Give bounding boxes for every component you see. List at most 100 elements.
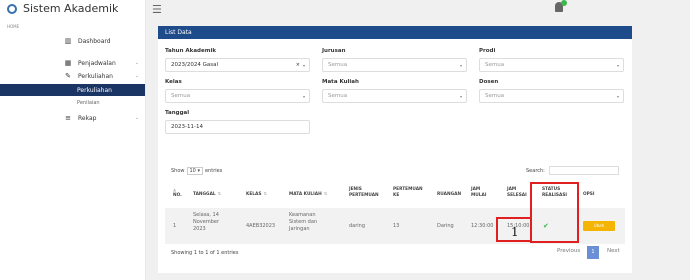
col-no[interactable]: ▲ NO. [173,187,182,198]
app-brand[interactable]: Sistem Akademik [7,2,118,15]
sort-icon: ⇅ [217,192,222,197]
sidebar-item-label: Penjadwalan [78,59,116,67]
prodi-label: Prodi [479,48,496,54]
app-title: Sistem Akademik [23,2,119,15]
chevron-down-icon: ▾ [616,62,619,68]
list-icon: ≡ [65,114,71,122]
cell-pertemuan: 13 [393,223,400,229]
col-label: RUANGAN [437,192,462,197]
tanggal-input[interactable]: 2023-11-14 [165,120,310,134]
sidebar-item-label: Perkuliahan [78,72,113,80]
col-label: JENIS [349,187,362,192]
col-label: PERTEMUAN [349,192,379,198]
clear-icon[interactable]: × [296,62,300,68]
kelas-select[interactable]: Semua ▾ [165,89,310,103]
search-label: Search: [526,168,545,174]
cell-line: 2023 [193,226,206,232]
show-label: Show [171,168,185,174]
calendar-icon: ▦ [64,59,72,67]
sidebar-subitem-perkuliahan[interactable]: Perkuliahan [0,84,145,96]
entries-label: entries [204,168,223,174]
col-label: NO. [173,192,182,198]
sidebar-item-rekap[interactable]: ≡ Rekap ⌄ [0,112,145,124]
mata-kuliah-select[interactable]: Semua ▾ [322,89,467,103]
prodi-value: Semua [485,62,505,68]
col-label: JAM [471,187,481,192]
logo-icon [7,3,17,14]
cell-no: 1 [173,223,177,229]
chevron-down-icon: ▾ [302,93,305,99]
col-label: SELESAI [507,192,527,198]
col-tanggal[interactable]: TANGGAL ⇅ [193,192,221,198]
jurusan-value: Semua [328,62,348,68]
entries-select[interactable]: 10 ▾ [186,167,203,175]
col-jam-selesai[interactable]: JAM SELESAI [507,187,527,198]
dosen-select[interactable]: Semua ▾ [479,89,624,103]
chevron-down-icon: ▾ [459,62,462,68]
chevron-down-icon: ▾ [459,93,462,99]
tahun-select[interactable]: 2023/2024 Gasal × ▾ [165,58,310,72]
col-jam-mulai[interactable]: JAM MULAI [471,187,486,198]
col-kelas[interactable]: KELAS ⇅ [246,192,267,198]
cell-tanggal: Selasa, 14 November 2023 [193,212,219,233]
bar-chart-icon: ▥ [64,37,72,45]
cell-line: Jaringan [289,226,310,232]
col-pertemuan[interactable]: PERTEMUAN KE [393,187,423,198]
cell-jenis: daring [349,223,366,229]
chevron-down-icon: ▾ [302,62,305,68]
kelas-value: Semua [171,93,191,99]
col-label: JAM [507,187,517,192]
dosen-value: Semua [485,93,505,99]
sidebar-item-label: Rekap [78,114,97,122]
ubah-button[interactable]: Ubah [583,221,615,231]
cell-line: Sistem dan [289,219,318,225]
sidebar-item-perkuliahan[interactable]: ✎ Perkuliahan ⌄ [0,70,145,82]
cell-kelas: 4AEB32023 [246,223,276,229]
sidebar-item-label: Dashboard [78,37,111,45]
entries-value: 10 [189,168,196,174]
home-label: HOME [7,24,20,29]
tahun-label: Tahun Akademik [165,48,216,54]
col-opsi[interactable]: OPSI [583,192,595,198]
cell-line: Selasa, 14 [193,212,219,218]
col-label: MATA KULIAH [289,192,322,197]
annotation-label: 1 [511,225,519,239]
chevron-down-icon: ▾ [616,93,619,99]
sort-icon: ⇅ [323,192,328,197]
entries-control: Show 10 ▾ entries [171,167,222,175]
col-label: MULAI [471,192,487,198]
notification-dot [561,0,567,6]
cell-line: Keamanan [289,212,316,218]
menu-toggle-icon[interactable]: ☰ [152,3,162,16]
jurusan-label: Jurusan [322,48,346,54]
prodi-select[interactable]: Semua ▾ [479,58,624,72]
showing-info: Showing 1 to 1 of 1 entries [171,250,239,256]
highlight-box-status [530,182,579,243]
dosen-label: Dosen [479,79,499,85]
page-1-button[interactable]: 1 [587,246,599,259]
col-ruangan[interactable]: RUANGAN [437,192,461,198]
sidebar-item-dashboard[interactable]: ▥ Dashboard [0,35,145,47]
sidebar-subitem-penilaian[interactable]: Penilaian [77,100,100,106]
col-label: KE [393,192,400,198]
sidebar-item-penjadwalan[interactable]: ▦ Penjadwalan ⌄ [0,57,145,69]
chevron-down-icon: ⌄ [134,115,139,121]
sidebar-item-label: Perkuliahan [77,86,112,94]
chevron-down-icon: ⌄ [134,60,139,66]
kelas-label: Kelas [165,79,182,85]
panel-title: List Data [158,26,632,39]
notification-bell-icon[interactable] [555,0,567,12]
cell-mata-kuliah: Keamanan Sistem dan Jaringan [289,212,317,233]
next-button[interactable]: Next [607,248,620,254]
search-input[interactable] [549,166,619,175]
col-label: PERTEMUAN [393,187,423,192]
tahun-value: 2023/2024 Gasal [171,62,218,68]
cell-line: November [193,219,220,225]
previous-button[interactable]: Previous [557,248,580,254]
col-mata-kuliah[interactable]: MATA KULIAH ⇅ [289,192,327,198]
pencil-icon: ✎ [65,72,71,80]
tanggal-value: 2023-11-14 [171,124,203,130]
col-jenis[interactable]: JENIS PERTEMUAN [349,187,379,198]
col-label: KELAS [246,192,262,197]
jurusan-select[interactable]: Semua ▾ [322,58,467,72]
